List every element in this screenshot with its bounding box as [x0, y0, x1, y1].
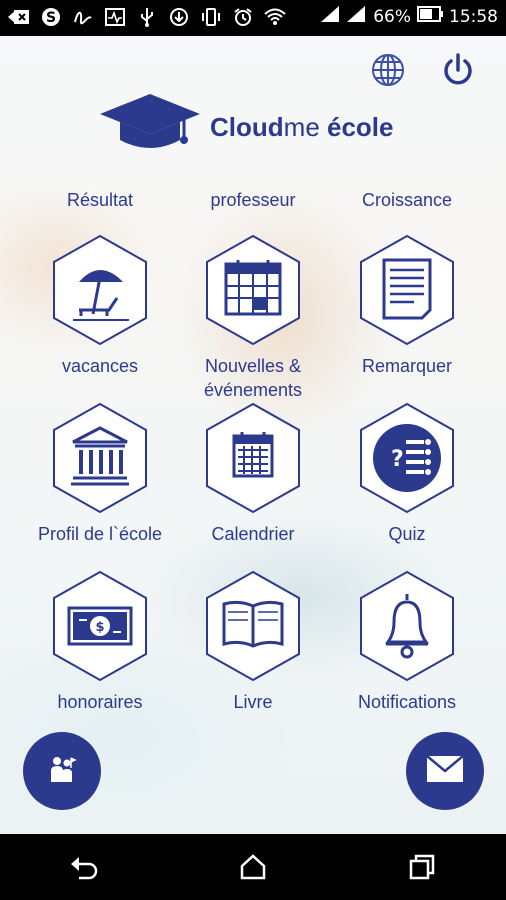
students-icon	[45, 752, 79, 791]
tile-nouvelles-evenements[interactable]: Nouvelles & événements	[178, 234, 328, 402]
calendar-event-icon	[206, 234, 300, 346]
battery-icon	[417, 6, 443, 27]
tile-vacances[interactable]: vacances	[25, 234, 175, 378]
tile-label: Quiz	[388, 524, 426, 544]
navigation-bar	[0, 834, 506, 900]
status-left-icons: S	[8, 6, 286, 28]
tile-label: Profil de l`école	[37, 524, 163, 544]
skype-icon: S	[40, 6, 62, 28]
institution-icon	[53, 402, 147, 514]
home-icon[interactable]	[228, 842, 278, 892]
activity-icon	[104, 6, 126, 28]
tile-calendrier[interactable]: Calendrier	[178, 402, 328, 546]
status-right: 66% 15:58	[321, 6, 498, 27]
mail-icon	[426, 754, 464, 788]
partial-row: Résultat professeur Croissance	[0, 190, 506, 210]
tile-label: Calendrier	[211, 524, 295, 544]
tile-honoraires[interactable]: $ honoraires	[25, 570, 175, 714]
students-button[interactable]	[23, 732, 101, 810]
main-screen: Cloudme école Résultat professeur Croiss…	[0, 36, 506, 834]
tile-label: Nouvelles & événements	[203, 356, 303, 400]
quiz-icon: ?	[360, 402, 454, 514]
book-icon	[206, 570, 300, 682]
power-icon[interactable]	[438, 50, 478, 90]
svg-text:$: $	[95, 620, 104, 635]
banknote-icon: $	[53, 570, 147, 682]
globe-icon[interactable]	[368, 50, 408, 90]
tile-livre[interactable]: Livre	[178, 570, 328, 714]
clock: 15:58	[449, 6, 498, 27]
bell-icon	[360, 570, 454, 682]
back-arrow-icon	[8, 6, 30, 28]
usb-icon	[136, 6, 158, 28]
svg-text:S: S	[46, 10, 56, 26]
signal-icon	[321, 6, 341, 27]
recents-icon[interactable]	[397, 842, 447, 892]
tile-quiz[interactable]: ? Quiz	[332, 402, 482, 546]
tile-label: vacances	[61, 356, 139, 376]
back-icon[interactable]	[59, 842, 109, 892]
status-bar: S 66% 15:58	[0, 0, 506, 36]
tile-label: honoraires	[57, 692, 143, 712]
alarm-icon	[232, 6, 254, 28]
calendar-icon	[206, 402, 300, 514]
tile-notifications[interactable]: Notifications	[332, 570, 482, 714]
top-actions	[368, 50, 478, 90]
battery-percent: 66%	[373, 6, 411, 27]
tile-label: Notifications	[357, 692, 457, 712]
svg-text:?: ?	[391, 447, 404, 472]
tile-label-resultat[interactable]: Résultat	[20, 190, 180, 210]
tile-label-croissance[interactable]: Croissance	[327, 190, 487, 210]
tile-remarquer[interactable]: Remarquer	[332, 234, 482, 378]
tile-profil-ecole[interactable]: Profil de l`école	[25, 402, 175, 546]
scribble-icon	[72, 6, 94, 28]
tile-label: Remarquer	[361, 356, 453, 376]
beach-umbrella-icon	[53, 234, 147, 346]
brand-logo: Cloudme école	[98, 92, 428, 162]
tile-label-professeur[interactable]: professeur	[173, 190, 333, 210]
tile-label: Livre	[233, 692, 273, 712]
brand-name: Cloudme école	[210, 111, 394, 142]
wifi-icon	[264, 6, 286, 28]
graduation-cap-icon	[98, 92, 202, 163]
download-icon	[168, 6, 190, 28]
signal-icon	[347, 6, 367, 27]
vibrate-icon	[200, 6, 222, 28]
document-icon	[360, 234, 454, 346]
message-button[interactable]	[406, 732, 484, 810]
